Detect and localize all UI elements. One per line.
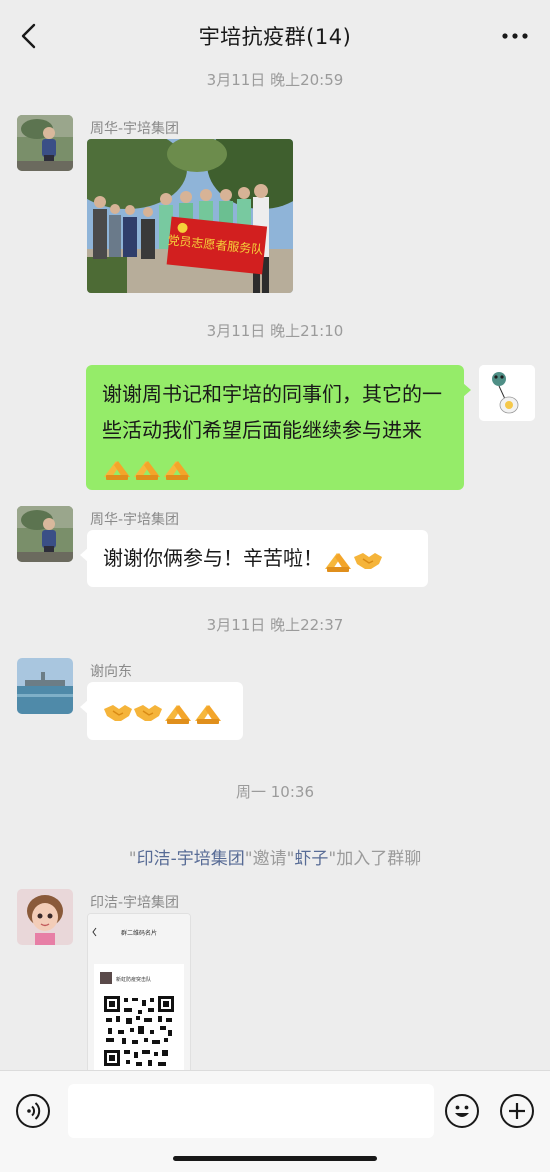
folded-hands-emoji [163, 699, 193, 725]
chat-title: 宇培抗疫群(14) [198, 25, 352, 49]
message-bubble[interactable] [80, 682, 243, 740]
avatar[interactable] [17, 506, 73, 562]
message-input[interactable] [68, 1084, 434, 1138]
folded-hands-emoji [193, 699, 223, 725]
avatar[interactable] [17, 115, 73, 171]
more-icon[interactable] [500, 24, 530, 48]
member-link[interactable]: 虾子 [294, 849, 328, 869]
timestamp: 周一 10:36 [236, 783, 314, 801]
group-photo[interactable]: 党员志愿者服务队 [87, 139, 293, 293]
qr-card-group: 新虹防疫突击队 [116, 976, 151, 983]
voice-icon[interactable] [16, 1094, 50, 1128]
timestamp: 3月11日 晚上22:37 [206, 616, 344, 634]
my-message-bubble[interactable]: 谢谢周书记和宇培的同事们，其它的一些活动我们希望后面能继续参与进来 [86, 365, 471, 490]
handshake-emoji [103, 699, 133, 725]
folded-hands-emoji [323, 547, 353, 573]
emoji-icon[interactable] [445, 1094, 479, 1128]
qr-card-title: 群二维码名片 [121, 929, 157, 937]
message-text: 谢谢你俩参与！辛苦啦！ [103, 546, 323, 570]
handshake-emoji [133, 699, 163, 725]
message-bubble[interactable]: 谢谢你俩参与！辛苦啦！ [80, 530, 428, 587]
sender-name: 印洁-宇培集团 [90, 895, 180, 911]
member-link[interactable]: 印洁-宇培集团 [137, 849, 245, 869]
folded-hands-emoji [132, 455, 162, 481]
sender-name: 周华-宇培集团 [90, 121, 180, 137]
chat-header: 宇培抗疫群(14) [0, 0, 550, 72]
my-avatar[interactable] [479, 365, 535, 421]
avatar[interactable] [17, 658, 73, 714]
plus-icon[interactable] [500, 1094, 534, 1128]
folded-hands-emoji [162, 455, 192, 481]
back-icon[interactable] [14, 20, 44, 52]
avatar[interactable] [17, 889, 73, 945]
sender-name: 谢向东 [90, 664, 132, 680]
folded-hands-emoji [102, 455, 132, 481]
timestamp: 3月11日 晚上21:10 [206, 322, 344, 340]
sender-name: 周华-宇培集团 [90, 512, 180, 528]
timestamp: 3月11日 晚上20:59 [206, 71, 344, 89]
handshake-emoji [353, 547, 383, 573]
message-text: 谢谢周书记和宇培的同事们，其它的一些活动我们希望后面能继续参与进来 [102, 382, 442, 442]
system-notice: "印洁-宇培集团"邀请"虾子"加入了群聊 [128, 849, 422, 869]
home-indicator [173, 1156, 377, 1161]
qr-card-image[interactable]: 群二维码名片 新虹防疫突击队 [87, 913, 191, 1070]
